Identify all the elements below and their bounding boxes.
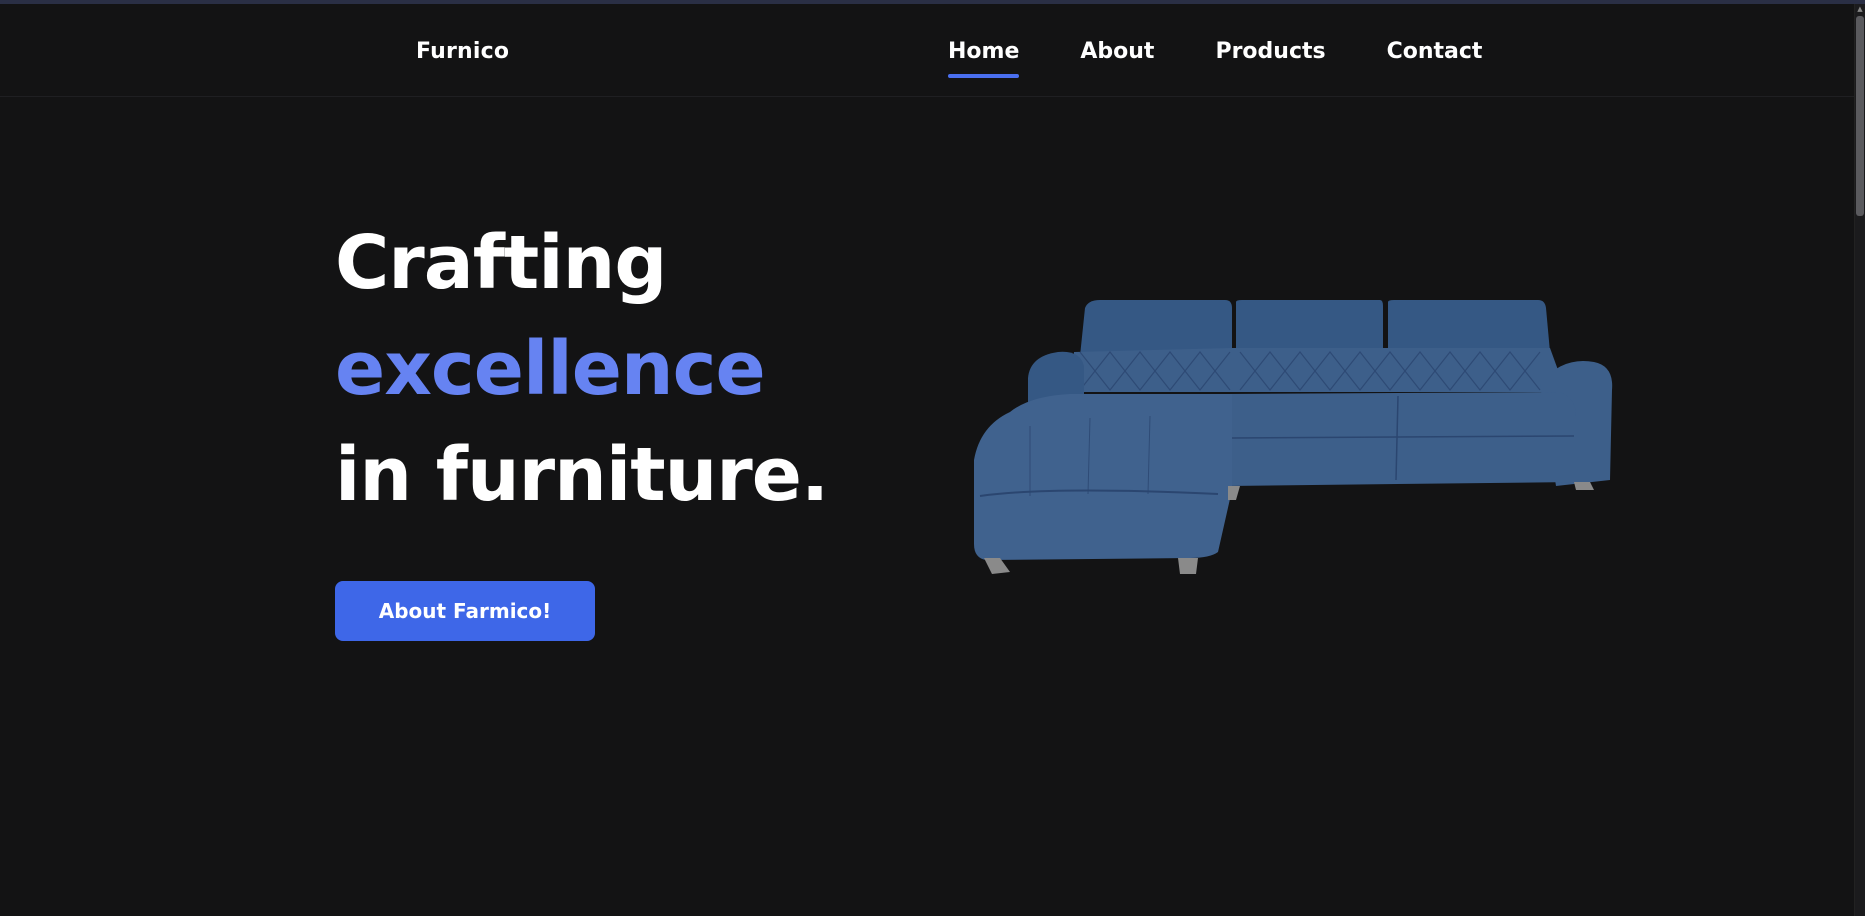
scroll-thumb[interactable] bbox=[1856, 16, 1864, 216]
sofa-chaise bbox=[974, 394, 1232, 560]
hero-line-2: excellence bbox=[335, 326, 766, 412]
scroll-up-arrow-icon[interactable]: ▲ bbox=[1855, 4, 1865, 14]
sofa-foot bbox=[984, 558, 1010, 574]
nav-link-about[interactable]: About bbox=[1080, 38, 1154, 66]
sofa-foot bbox=[1574, 482, 1594, 490]
nav-link-about-label: About bbox=[1080, 39, 1155, 64]
sofa-back-right bbox=[1388, 300, 1550, 352]
hero-line-1: Crafting bbox=[335, 220, 667, 306]
nav-link-home[interactable]: Home bbox=[948, 38, 1020, 78]
sofa-foot bbox=[1178, 558, 1198, 574]
nav-link-products[interactable]: Products bbox=[1215, 38, 1325, 66]
sofa-backrest bbox=[1074, 348, 1566, 392]
nav-link-contact[interactable]: Contact bbox=[1387, 38, 1483, 66]
nav-active-indicator bbox=[948, 74, 1020, 78]
sofa-seat-main bbox=[1228, 392, 1576, 486]
navbar: Furnico Home About Products Contact bbox=[0, 4, 1855, 97]
sofa-back-left bbox=[1080, 300, 1232, 356]
nav-link-products-label: Products bbox=[1215, 39, 1326, 64]
sofa-foot bbox=[1228, 486, 1240, 500]
hero-heading: Crafting excellence in furniture. bbox=[335, 210, 829, 528]
hero-line-3: in furniture. bbox=[335, 432, 829, 518]
page: Furnico Home About Products Contact Craf… bbox=[0, 0, 1865, 916]
sofa-back-mid bbox=[1236, 300, 1383, 352]
about-cta-button[interactable]: About Farmico! bbox=[335, 581, 595, 641]
nav-links: Home About Products Contact bbox=[948, 38, 1483, 78]
sofa-image bbox=[974, 300, 1613, 574]
scrollbar[interactable]: ▲ bbox=[1854, 4, 1865, 916]
nav-link-home-label: Home bbox=[948, 39, 1020, 64]
brand-logo[interactable]: Furnico bbox=[416, 38, 509, 66]
nav-link-contact-label: Contact bbox=[1386, 39, 1483, 64]
